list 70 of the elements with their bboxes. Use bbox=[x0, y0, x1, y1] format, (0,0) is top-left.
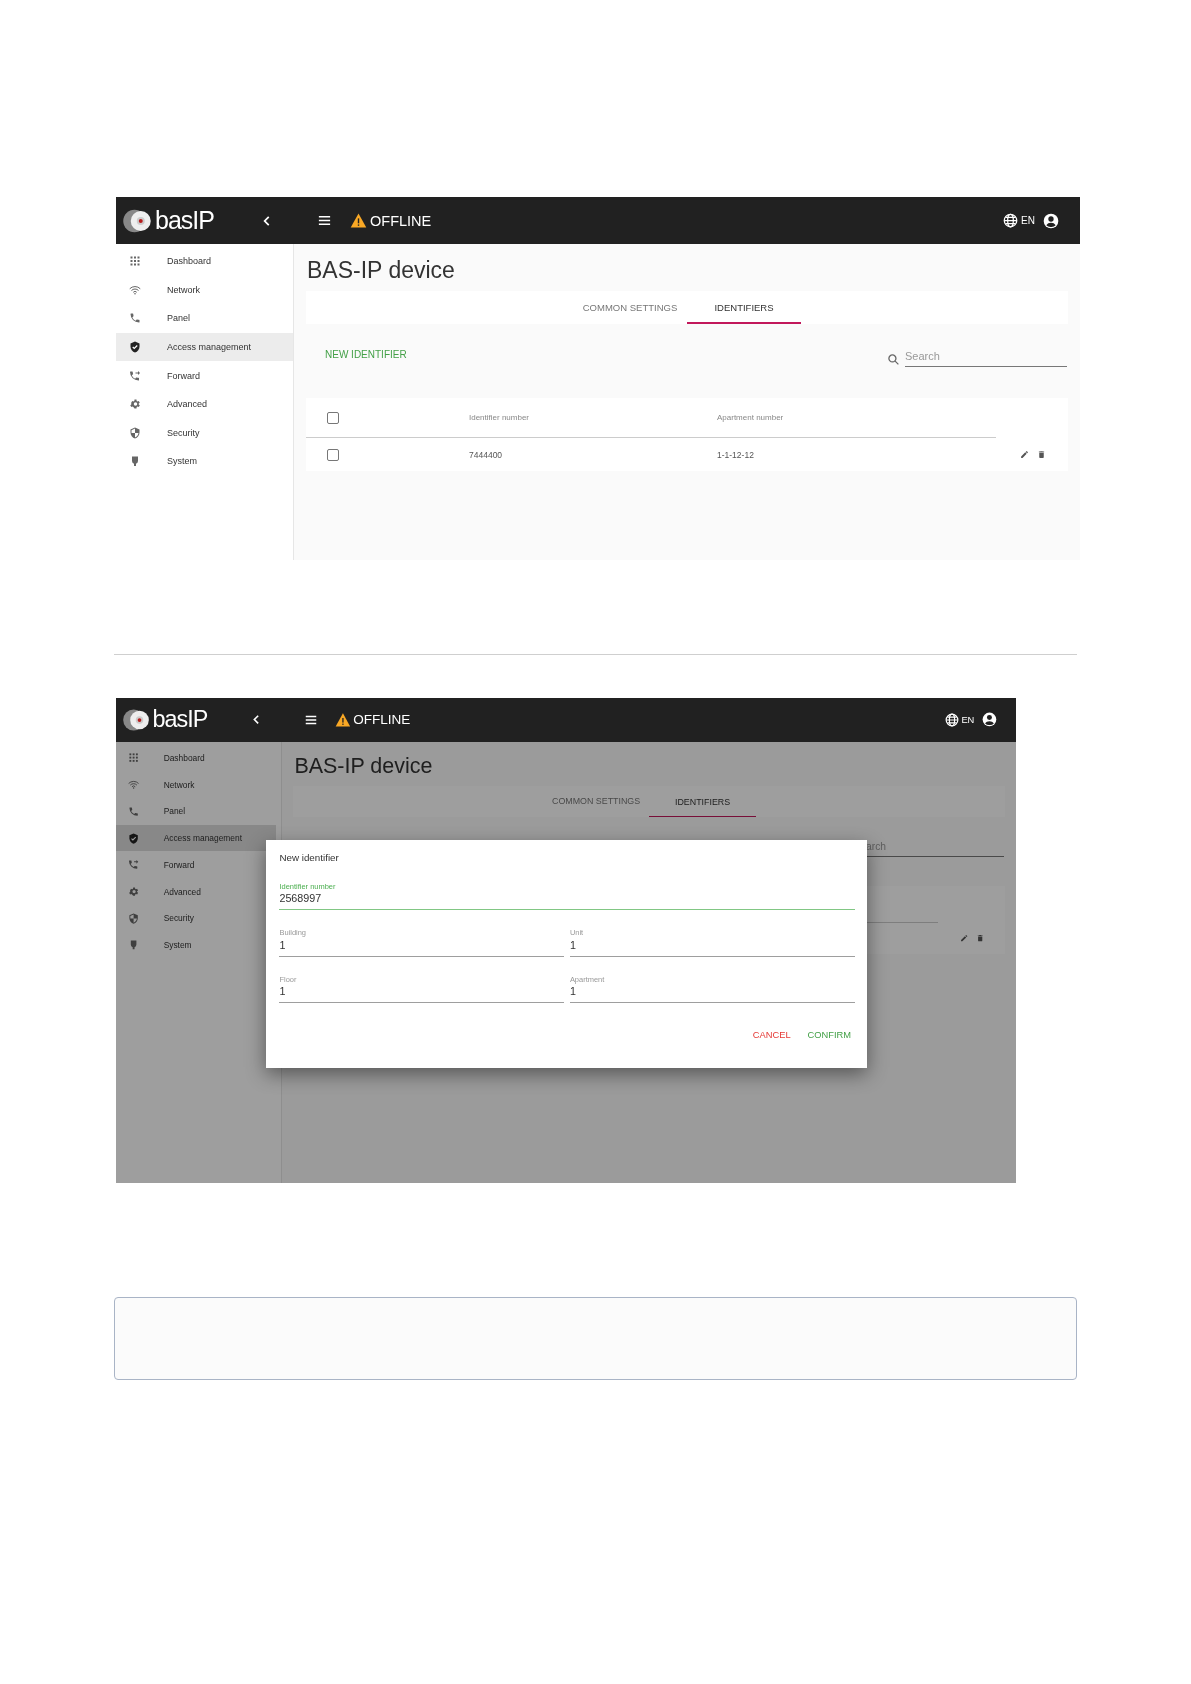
confirm-button[interactable]: CONFIRM bbox=[803, 1028, 855, 1043]
sidebar-item[interactable]: Advanced bbox=[116, 878, 276, 905]
globe-icon[interactable] bbox=[944, 712, 959, 727]
sidebar-item[interactable]: Security bbox=[116, 904, 276, 932]
language-button[interactable]: EN bbox=[961, 714, 975, 725]
table-cell-text: 7444400 bbox=[469, 449, 504, 460]
sidebar-item[interactable]: Dashboard bbox=[116, 744, 276, 772]
grid-icon bbox=[129, 255, 141, 268]
wifi-icon bbox=[129, 283, 141, 296]
shield-icon bbox=[128, 912, 140, 924]
sidebar-item[interactable]: Access management bbox=[116, 332, 293, 362]
warning-icon bbox=[350, 212, 367, 229]
sidebar-item[interactable]: System bbox=[116, 447, 293, 476]
input-field[interactable]: Apartment 1 bbox=[569, 975, 855, 1004]
account-icon[interactable] bbox=[981, 712, 997, 728]
gear-icon bbox=[129, 398, 141, 411]
trash-icon[interactable] bbox=[976, 934, 985, 943]
gear-icon bbox=[128, 885, 140, 898]
input-field[interactable]: Building 1 bbox=[279, 928, 565, 957]
cancel-button[interactable]: CANCEL bbox=[749, 1028, 795, 1043]
input-field[interactable]: Unit 1 bbox=[569, 928, 855, 957]
tab[interactable]: COMMON SETTINGS bbox=[542, 785, 650, 817]
language-button[interactable]: EN bbox=[1021, 215, 1035, 226]
trash-icon[interactable] bbox=[1037, 450, 1046, 459]
logo-text: basIP bbox=[155, 206, 214, 235]
sidebar-item[interactable]: Access management bbox=[116, 824, 276, 852]
shield-check-icon bbox=[129, 341, 141, 354]
shield-check-icon bbox=[128, 832, 140, 844]
sidebar-item[interactable]: Panel bbox=[116, 798, 276, 825]
search-icon bbox=[887, 353, 900, 366]
warning-icon bbox=[334, 711, 351, 728]
status-text: OFFLINE bbox=[370, 212, 432, 229]
tab[interactable]: COMMON SETTINGS bbox=[573, 291, 687, 324]
sidebar-item[interactable]: Network bbox=[116, 771, 276, 799]
input-field[interactable]: Identifier number 2568997 bbox=[279, 881, 855, 910]
checkbox[interactable] bbox=[327, 448, 339, 461]
shield-icon bbox=[129, 426, 141, 439]
sidebar-item[interactable]: Security bbox=[116, 418, 293, 448]
sidebar-item[interactable]: Forward bbox=[116, 851, 276, 879]
account-icon[interactable] bbox=[1043, 212, 1059, 229]
wifi-icon bbox=[128, 779, 140, 791]
sidebar-item[interactable]: Network bbox=[116, 275, 293, 305]
page-title: BAS-IP device bbox=[307, 257, 456, 285]
dialog-title: New identifier bbox=[279, 852, 340, 864]
logo-text: basIP bbox=[152, 706, 208, 734]
globe-icon[interactable] bbox=[1003, 213, 1019, 228]
tab[interactable]: IDENTIFIERS bbox=[649, 785, 756, 817]
sidebar-item[interactable]: System bbox=[116, 931, 276, 959]
column-header: Apartment number bbox=[717, 413, 784, 422]
sidebar-item[interactable]: Forward bbox=[116, 361, 293, 390]
grid-icon bbox=[128, 752, 140, 764]
menu-icon[interactable] bbox=[317, 213, 332, 228]
plug-icon bbox=[129, 455, 141, 468]
sidebar-item[interactable]: Panel bbox=[116, 304, 293, 333]
checkbox[interactable] bbox=[327, 411, 339, 424]
column-header: Identifier number bbox=[469, 413, 531, 422]
tab[interactable]: IDENTIFIERS bbox=[687, 291, 801, 324]
phone-icon bbox=[128, 805, 140, 817]
pencil-icon[interactable] bbox=[960, 934, 969, 943]
input-field[interactable]: Floor 1 bbox=[279, 975, 565, 1004]
sidebar-item[interactable]: Dashboard bbox=[116, 247, 293, 276]
status-text: OFFLINE bbox=[353, 712, 411, 728]
sidebar-item[interactable]: Advanced bbox=[116, 389, 293, 419]
search-field[interactable]: Search bbox=[905, 347, 1067, 367]
phone-forward-icon bbox=[129, 369, 141, 382]
page-title: BAS-IP device bbox=[294, 754, 434, 780]
pencil-icon[interactable] bbox=[1020, 450, 1029, 459]
table-cell: 1-1-12-12 bbox=[717, 449, 754, 460]
phone-forward-icon bbox=[128, 859, 140, 871]
phone-icon bbox=[129, 312, 141, 325]
